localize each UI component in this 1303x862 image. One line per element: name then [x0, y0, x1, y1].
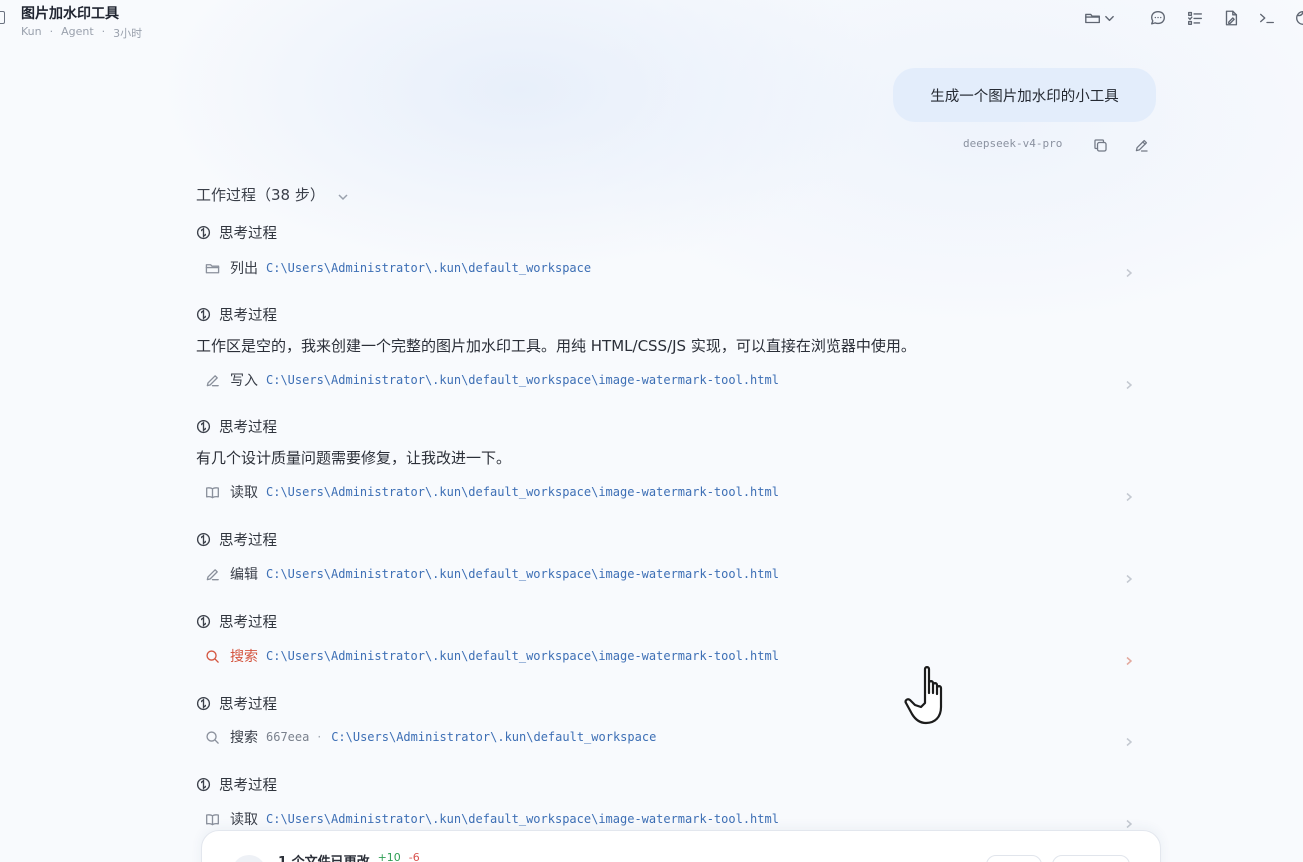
user-message-bubble: 生成一个图片加水印的小工具	[893, 68, 1156, 122]
tool-step-read[interactable]: 读取 C:\Users\Administrator\.kun\default_w…	[204, 481, 1134, 503]
chevron-right-icon	[1124, 569, 1134, 584]
folder-icon	[204, 260, 220, 276]
edit-icon[interactable]	[1131, 135, 1151, 155]
search-query: 667eea	[266, 730, 310, 744]
additions-count: +10	[377, 851, 401, 862]
thinking-step[interactable]: 思考过程	[196, 416, 277, 436]
model-name: deepseek-v4-pro	[963, 137, 1063, 150]
meta-mode: Agent	[61, 25, 94, 38]
terminal-icon[interactable]	[1257, 8, 1277, 28]
thinking-icon	[196, 532, 211, 547]
sidebar-toggle-icon[interactable]	[0, 11, 5, 24]
search-icon	[204, 648, 220, 664]
tool-step-search[interactable]: 搜索 667eea · C:\Users\Administrator\.kun\…	[204, 726, 1134, 748]
toolbar	[1073, 8, 1303, 28]
thinking-step[interactable]: 思考过程	[196, 774, 277, 794]
chevron-down-icon[interactable]	[1103, 8, 1115, 28]
tool-path: C:\Users\Administrator\.kun\default_work…	[266, 649, 779, 663]
tool-step-write[interactable]: 写入 C:\Users\Administrator\.kun\default_w…	[204, 369, 1134, 391]
pencil-icon	[204, 372, 220, 388]
tool-path: C:\Users\Administrator\.kun\default_work…	[266, 567, 779, 581]
book-icon	[204, 484, 220, 500]
thinking-step[interactable]: 思考过程	[196, 611, 277, 631]
chevron-right-icon	[1124, 732, 1134, 747]
conversation-meta: Kun · Agent · 3小时	[21, 25, 142, 41]
thinking-label: 思考过程	[219, 307, 277, 324]
thinking-icon	[196, 307, 211, 322]
chevron-right-icon	[1124, 375, 1134, 390]
tool-action: 搜索	[230, 730, 258, 746]
assistant-text: 有几个设计质量问题需要修复，让我改进一下。	[196, 449, 512, 467]
chevron-right-icon	[1124, 651, 1134, 666]
chevron-right-icon	[1124, 263, 1134, 278]
work-process-toggle[interactable]: 工作过程（38 步）	[196, 184, 349, 205]
page-title: 图片加水印工具	[21, 6, 119, 22]
tool-path: C:\Users\Administrator\.kun\default_work…	[266, 261, 592, 275]
tool-path: C:\Users\Administrator\.kun\default_work…	[266, 812, 779, 826]
hand-cursor-icon	[904, 666, 943, 725]
thinking-label: 思考过程	[219, 225, 277, 242]
pencil-icon	[204, 566, 220, 582]
tool-path: C:\Users\Administrator\.kun\default_work…	[266, 485, 779, 499]
tool-action: 读取	[230, 812, 258, 828]
changes-panel: 1 个文件已更改 +10 -6	[201, 830, 1161, 862]
meta-separator: ·	[101, 25, 106, 38]
checklist-icon[interactable]	[1185, 8, 1205, 28]
chevron-right-icon	[1124, 487, 1134, 502]
thinking-icon	[196, 225, 211, 240]
tool-step-search-active[interactable]: 搜索 C:\Users\Administrator\.kun\default_w…	[204, 645, 1134, 667]
chat-page: 图片加水印工具 Kun · Agent · 3小时 生成一个图片加水印的小工具 …	[0, 0, 1303, 862]
separator: ·	[317, 730, 322, 744]
tool-action: 编辑	[230, 567, 258, 583]
tool-action: 列出	[230, 261, 258, 277]
chevron-down-icon	[337, 189, 349, 201]
tool-path: C:\Users\Administrator\.kun\default_work…	[331, 730, 657, 744]
folder-icon[interactable]	[1083, 8, 1103, 28]
thinking-step[interactable]: 思考过程	[196, 529, 277, 549]
meta-time: 3小时	[113, 27, 143, 40]
thinking-icon	[196, 696, 211, 711]
thinking-step[interactable]: 思考过程	[196, 222, 277, 242]
meta-user: Kun	[21, 25, 42, 38]
thinking-icon	[196, 777, 211, 792]
chat-icon[interactable]	[1148, 8, 1168, 28]
thinking-label: 思考过程	[219, 419, 277, 436]
tool-step-list[interactable]: 列出 C:\Users\Administrator\.kun\default_w…	[204, 257, 1134, 279]
meta-separator: ·	[49, 25, 54, 38]
file-change-icon	[232, 855, 266, 862]
chevron-right-icon	[1124, 814, 1134, 829]
tool-action: 读取	[230, 485, 258, 501]
work-process-title: 工作过程（38 步）	[196, 186, 325, 204]
thinking-step[interactable]: 思考过程	[196, 693, 277, 713]
thinking-icon	[196, 614, 211, 629]
book-icon	[204, 811, 220, 827]
tool-step-edit[interactable]: 编辑 C:\Users\Administrator\.kun\default_w…	[204, 563, 1134, 585]
header: 图片加水印工具 Kun · Agent · 3小时	[0, 0, 1303, 48]
tool-action: 搜索	[230, 649, 258, 665]
thinking-label: 思考过程	[219, 532, 277, 549]
changes-action-button[interactable]	[1052, 855, 1130, 862]
changes-summary[interactable]: 1 个文件已更改 +10 -6	[278, 851, 420, 862]
thinking-label: 思考过程	[219, 696, 277, 713]
thinking-step[interactable]: 思考过程	[196, 304, 277, 324]
search-icon	[204, 729, 220, 745]
thinking-label: 思考过程	[219, 777, 277, 794]
tool-path: C:\Users\Administrator\.kun\default_work…	[266, 373, 779, 387]
changes-label: 1 个文件已更改	[278, 851, 370, 862]
thinking-icon	[196, 419, 211, 434]
copy-icon[interactable]	[1090, 135, 1110, 155]
tool-action: 写入	[230, 373, 258, 389]
changes-action-button[interactable]	[986, 855, 1042, 862]
globe-icon[interactable]	[1293, 8, 1303, 28]
deletions-count: -6	[408, 851, 420, 862]
thinking-label: 思考过程	[219, 614, 277, 631]
assistant-text: 工作区是空的，我来创建一个完整的图片加水印工具。用纯 HTML/CSS/JS 实…	[196, 337, 916, 355]
file-edit-icon[interactable]	[1221, 8, 1241, 28]
tool-step-read[interactable]: 读取 C:\Users\Administrator\.kun\default_w…	[204, 808, 1134, 830]
